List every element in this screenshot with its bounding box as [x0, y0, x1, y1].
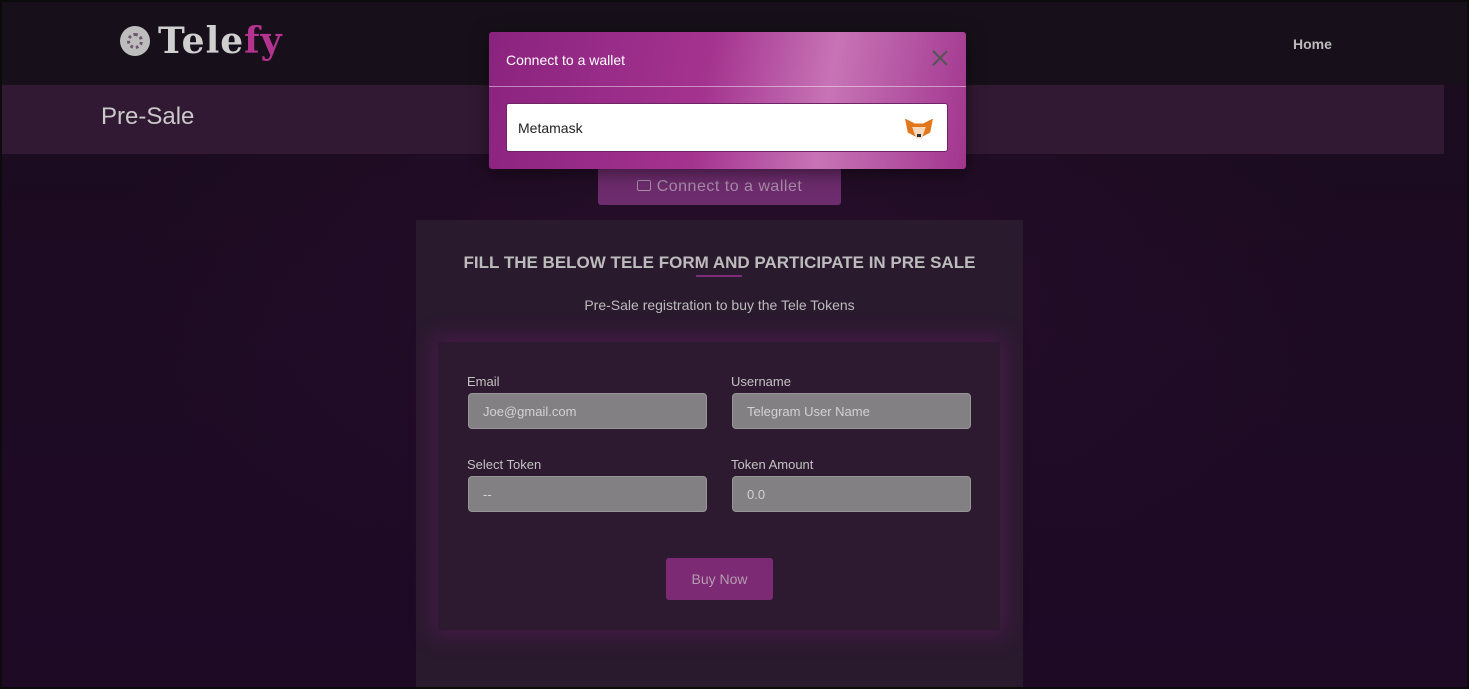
username-field[interactable]: Telegram User Name — [732, 393, 971, 429]
metamask-fox-icon — [903, 114, 935, 142]
form-subheading: Pre-Sale registration to buy the Tele To… — [584, 297, 855, 313]
modal-header: Connect to a wallet — [489, 32, 966, 87]
connect-wallet-modal: Connect to a wallet Metamask — [489, 32, 966, 169]
close-icon[interactable] — [929, 47, 951, 69]
nav-home-link[interactable]: Home — [1293, 36, 1332, 52]
connect-wallet-button[interactable]: Connect to a wallet — [598, 168, 841, 205]
connect-wallet-label: Connect to a wallet — [656, 177, 803, 195]
form-heading: FILL THE BELOW TELE FORM AND PARTICIPATE… — [463, 253, 976, 272]
buy-now-button[interactable]: Buy Now — [666, 558, 773, 600]
logo-wheel-icon — [120, 26, 150, 56]
select-token-label: Select Token — [467, 457, 542, 472]
page-title: Pre-Sale — [101, 103, 195, 130]
telefy-logo[interactable]: Telefy — [120, 20, 283, 62]
wallet-icon — [636, 180, 651, 191]
wallet-option-label: Metamask — [518, 119, 583, 136]
modal-title: Connect to a wallet — [506, 52, 626, 68]
email-field[interactable]: Joe@gmail.com — [468, 393, 707, 429]
username-label: Username — [731, 374, 791, 389]
heading-underline — [696, 275, 742, 277]
token-amount-label: Token Amount — [731, 457, 814, 472]
select-token-dropdown[interactable]: -- — [468, 476, 707, 512]
token-amount-field[interactable]: 0.0 — [732, 476, 971, 512]
email-label: Email — [467, 374, 500, 389]
logo-text: Telefy — [158, 20, 283, 62]
wallet-option-metamask[interactable]: Metamask — [506, 103, 948, 152]
